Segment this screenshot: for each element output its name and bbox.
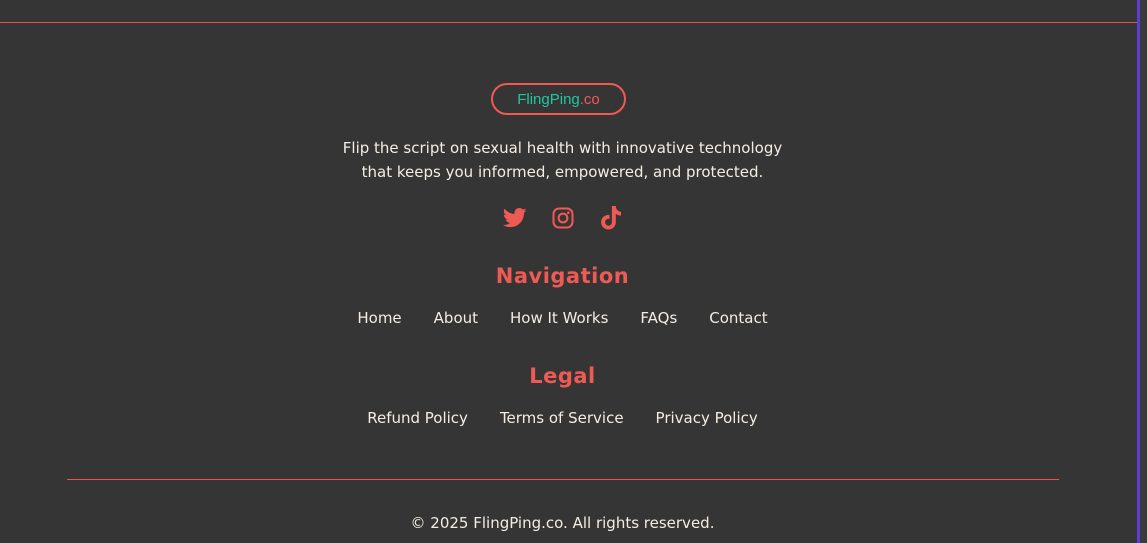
legal-link-terms-of-service[interactable]: Terms of Service [500,409,624,427]
navigation-links: Home About How It Works FAQs Contact [0,309,1125,327]
social-links [0,206,1125,230]
top-divider [0,22,1137,23]
bottom-divider [67,479,1059,480]
legal-link-refund-policy[interactable]: Refund Policy [367,409,468,427]
nav-link-faqs[interactable]: FAQs [640,309,677,327]
site-footer: FlingPing .co Flip the script on sexual h… [0,0,1137,543]
legal-link-privacy-policy[interactable]: Privacy Policy [656,409,758,427]
logo-text: FlingPing [517,90,580,108]
tagline-line-2: that keeps you informed, empowered, and … [361,163,764,181]
nav-link-how-it-works[interactable]: How It Works [510,309,608,327]
tiktok-icon[interactable] [599,206,623,230]
copyright-text: © 2025 FlingPing.co. All rights reserved… [410,514,715,532]
nav-link-contact[interactable]: Contact [709,309,767,327]
navigation-heading: Navigation [495,264,630,288]
legal-heading: Legal [529,364,596,388]
instagram-icon[interactable] [551,206,575,230]
twitter-icon[interactable] [502,206,527,230]
legal-links: Refund Policy Terms of Service Privacy P… [0,409,1125,427]
nav-link-about[interactable]: About [434,309,478,327]
tagline-line-1: Flip the script on sexual health with in… [342,139,783,157]
logo-button[interactable]: FlingPing .co [491,83,626,115]
tagline: Flip the script on sexual health with in… [0,136,1125,184]
window-edge-line [1137,0,1140,543]
nav-link-home[interactable]: Home [357,309,401,327]
logo-tld: .co [579,90,600,108]
window-edge [1137,0,1147,543]
